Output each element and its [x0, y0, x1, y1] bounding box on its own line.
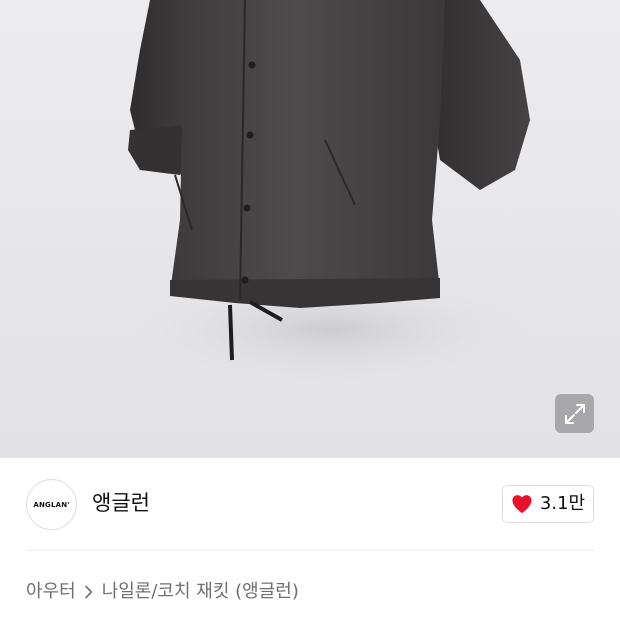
expand-image-button[interactable]	[555, 394, 594, 433]
jacket-photo	[110, 0, 550, 390]
brand-logo-text: ANGLAN'	[33, 500, 70, 509]
brand-logo[interactable]: ANGLAN'	[26, 479, 77, 530]
heart-icon	[512, 495, 532, 514]
breadcrumb-category[interactable]: 아우터	[26, 579, 76, 605]
divider	[26, 550, 594, 551]
like-count: 3.1만	[539, 493, 586, 514]
breadcrumb-subcategory[interactable]: 나일론/코치 재킷 (앵글런)	[102, 579, 299, 605]
product-page: ANGLAN' 앵글런 3.1만 아우터 나일론/코치 재킷 (앵글런)	[0, 0, 620, 620]
like-button[interactable]: 3.1만	[502, 485, 594, 523]
expand-icon	[564, 403, 585, 424]
breadcrumb: 아우터 나일론/코치 재킷 (앵글런)	[26, 579, 299, 605]
product-image[interactable]	[0, 0, 620, 458]
brand-name[interactable]: 앵글런	[92, 489, 150, 517]
chevron-right-icon	[84, 585, 94, 599]
